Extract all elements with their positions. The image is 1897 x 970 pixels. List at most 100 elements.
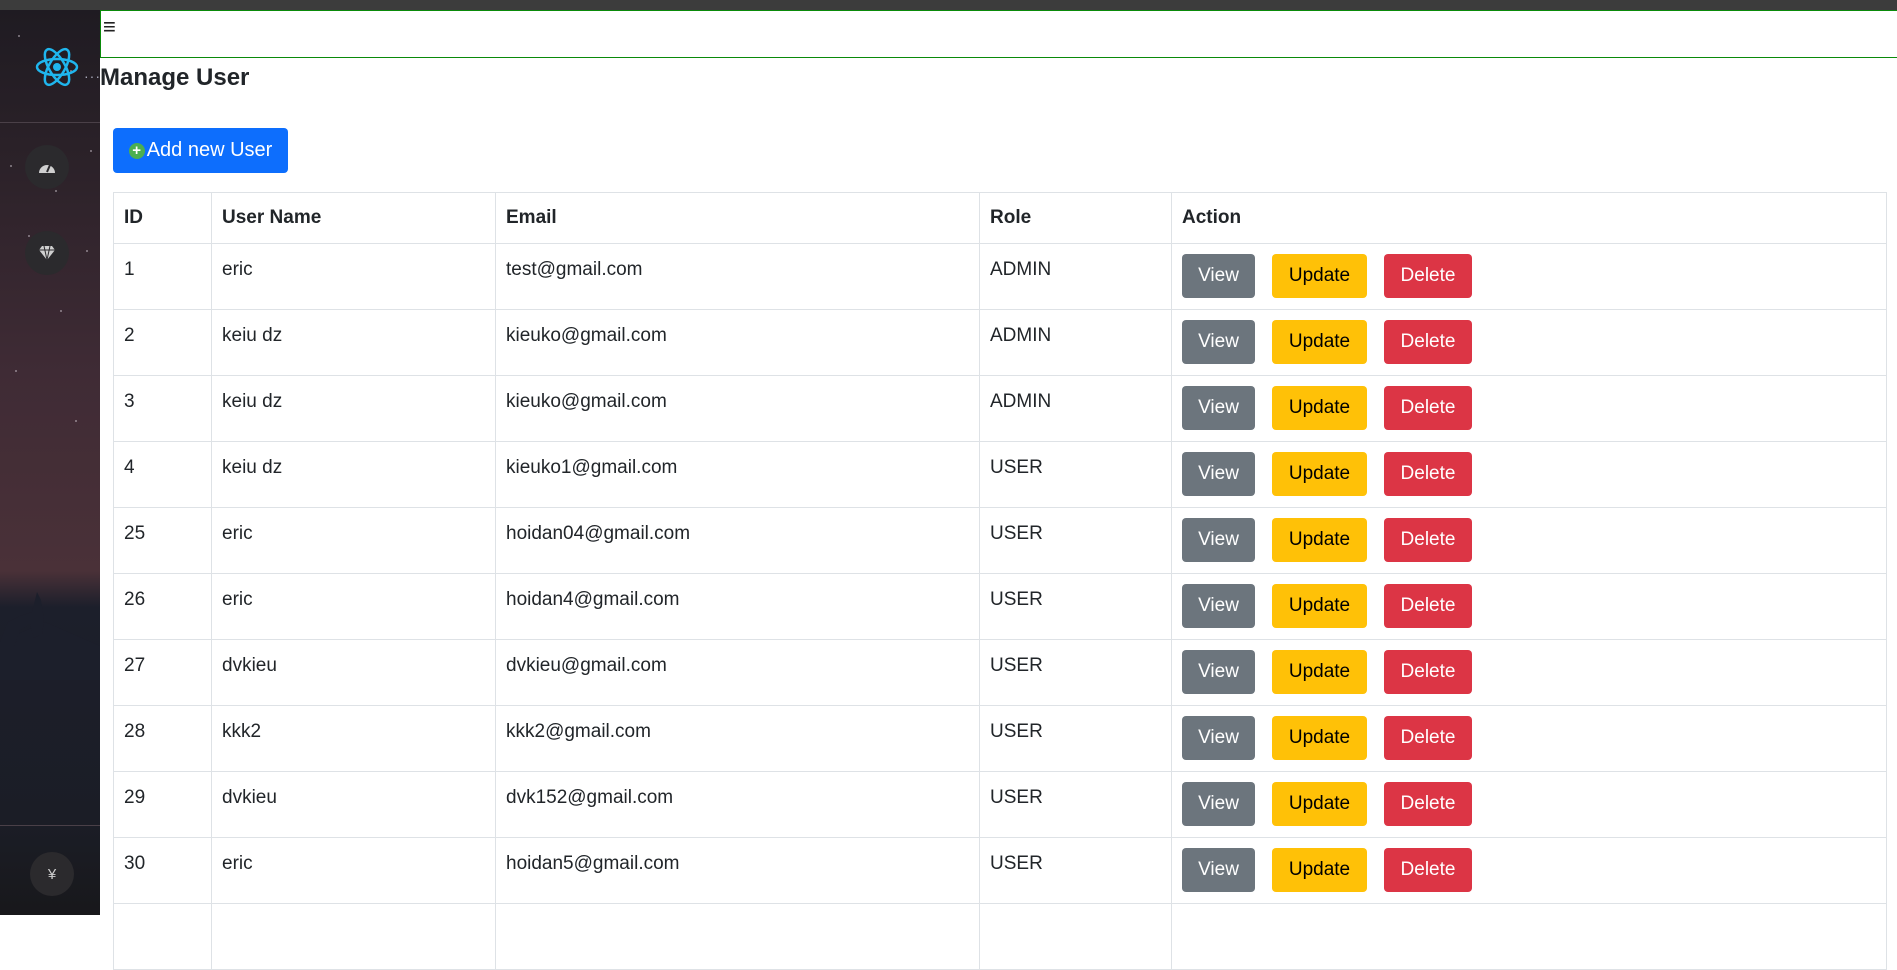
cell-id: 3 xyxy=(113,375,212,442)
cell-email: kkk2@gmail.com xyxy=(495,705,980,772)
users-table: ID User Name Email Role Action 1 eric te… xyxy=(113,192,1887,970)
cell-username: eric xyxy=(211,243,496,310)
sidebar-divider xyxy=(0,825,100,826)
cell-email: dvkieu@gmail.com xyxy=(495,639,980,706)
delete-button[interactable]: Delete xyxy=(1384,848,1472,892)
view-button[interactable]: View xyxy=(1182,518,1255,562)
table-row: 2 keiu dz kieuko@gmail.com ADMIN View Upd… xyxy=(113,309,1887,376)
cell-role: USER xyxy=(979,573,1172,640)
update-button[interactable]: Update xyxy=(1272,320,1367,364)
table-row: 25 eric hoidan04@gmail.com USER View Upda… xyxy=(113,507,1887,574)
add-new-user-label: Add new User xyxy=(146,139,273,161)
cell-role: USER xyxy=(979,837,1172,904)
cell-id: 1 xyxy=(113,243,212,310)
react-logo-icon[interactable] xyxy=(34,46,80,88)
table-row: 4 keiu dz kieuko1@gmail.com USER View Upd… xyxy=(113,441,1887,508)
delete-button[interactable]: Delete xyxy=(1384,782,1472,826)
update-button[interactable]: Update xyxy=(1272,254,1367,298)
column-header-username: User Name xyxy=(211,192,496,244)
view-button[interactable]: View xyxy=(1182,650,1255,694)
cell-actions: View Update Delete xyxy=(1171,705,1887,772)
cell-id: 28 xyxy=(113,705,212,772)
cell-role: USER xyxy=(979,507,1172,574)
view-button[interactable]: View xyxy=(1182,452,1255,496)
column-header-id: ID xyxy=(113,192,212,244)
cell-actions: View Update Delete xyxy=(1171,837,1887,904)
update-button[interactable]: Update xyxy=(1272,782,1367,826)
cell-id: 30 xyxy=(113,837,212,904)
cell xyxy=(1171,903,1887,970)
update-button[interactable]: Update xyxy=(1272,452,1367,496)
update-button[interactable]: Update xyxy=(1272,650,1367,694)
delete-button[interactable]: Delete xyxy=(1384,452,1472,496)
delete-button[interactable]: Delete xyxy=(1384,254,1472,298)
cell-username: keiu dz xyxy=(211,375,496,442)
page-title: Manage User xyxy=(100,64,250,91)
cell-email: test@gmail.com xyxy=(495,243,980,310)
cell-username: eric xyxy=(211,507,496,574)
cell-id: 27 xyxy=(113,639,212,706)
cell-id: 29 xyxy=(113,771,212,838)
cell-username: keiu dz xyxy=(211,441,496,508)
cell-email: hoidan04@gmail.com xyxy=(495,507,980,574)
update-button[interactable]: Update xyxy=(1272,848,1367,892)
cell-role: USER xyxy=(979,771,1172,838)
cell-email: kieuko@gmail.com xyxy=(495,309,980,376)
cell-actions: View Update Delete xyxy=(1171,573,1887,640)
add-new-user-button[interactable]: + Add new User xyxy=(113,128,288,173)
sidebar: ··· ¥ xyxy=(0,10,100,915)
update-button[interactable]: Update xyxy=(1272,386,1367,430)
yen-icon: ¥ xyxy=(47,865,57,883)
plus-circle-icon: + xyxy=(128,142,145,159)
cell-email: hoidan5@gmail.com xyxy=(495,837,980,904)
cell-id: 26 xyxy=(113,573,212,640)
sidebar-footer-button[interactable]: ¥ xyxy=(30,852,74,896)
delete-button[interactable]: Delete xyxy=(1384,584,1472,628)
cell-role: USER xyxy=(979,705,1172,772)
view-button[interactable]: View xyxy=(1182,716,1255,760)
table-row: 1 eric test@gmail.com ADMIN View Update De… xyxy=(113,243,1887,310)
sidebar-item-components[interactable] xyxy=(25,231,69,275)
cell-id: 25 xyxy=(113,507,212,574)
cell-username: keiu dz xyxy=(211,309,496,376)
column-header-action: Action xyxy=(1171,192,1887,244)
update-button[interactable]: Update xyxy=(1272,518,1367,562)
hamburger-icon[interactable]: ≡ xyxy=(103,16,116,38)
delete-button[interactable]: Delete xyxy=(1384,518,1472,562)
table-row: 27 dvkieu dvkieu@gmail.com USER View Upda… xyxy=(113,639,1887,706)
cell-email: dvk152@gmail.com xyxy=(495,771,980,838)
cell-email: kieuko1@gmail.com xyxy=(495,441,980,508)
update-button[interactable]: Update xyxy=(1272,716,1367,760)
delete-button[interactable]: Delete xyxy=(1384,320,1472,364)
cell-role: USER xyxy=(979,639,1172,706)
brand-ellipsis: ··· xyxy=(84,68,100,84)
view-button[interactable]: View xyxy=(1182,320,1255,364)
table-row: 28 kkk2 kkk2@gmail.com USER View Update De… xyxy=(113,705,1887,772)
column-header-role: Role xyxy=(979,192,1172,244)
cell-email: hoidan4@gmail.com xyxy=(495,573,980,640)
cell-actions: View Update Delete xyxy=(1171,309,1887,376)
table-header-row: ID User Name Email Role Action xyxy=(113,192,1887,244)
cell-role: USER xyxy=(979,441,1172,508)
view-button[interactable]: View xyxy=(1182,254,1255,298)
update-button[interactable]: Update xyxy=(1272,584,1367,628)
sidebar-item-dashboard[interactable] xyxy=(25,145,69,189)
browser-top-strip xyxy=(0,0,1897,10)
view-button[interactable]: View xyxy=(1182,584,1255,628)
table-row: 3 keiu dz kieuko@gmail.com ADMIN View Upd… xyxy=(113,375,1887,442)
view-button[interactable]: View xyxy=(1182,782,1255,826)
delete-button[interactable]: Delete xyxy=(1384,716,1472,760)
view-button[interactable]: View xyxy=(1182,386,1255,430)
table-row: 29 dvkieu dvk152@gmail.com USER View Upda… xyxy=(113,771,1887,838)
wolf-silhouette-illustration xyxy=(0,592,100,680)
cell-email: kieuko@gmail.com xyxy=(495,375,980,442)
cell xyxy=(113,903,212,970)
delete-button[interactable]: Delete xyxy=(1384,386,1472,430)
top-header: ≡ xyxy=(100,10,1897,58)
cell-actions: View Update Delete xyxy=(1171,771,1887,838)
delete-button[interactable]: Delete xyxy=(1384,650,1472,694)
cell-username: kkk2 xyxy=(211,705,496,772)
view-button[interactable]: View xyxy=(1182,848,1255,892)
sidebar-divider xyxy=(0,122,100,123)
cell-actions: View Update Delete xyxy=(1171,507,1887,574)
